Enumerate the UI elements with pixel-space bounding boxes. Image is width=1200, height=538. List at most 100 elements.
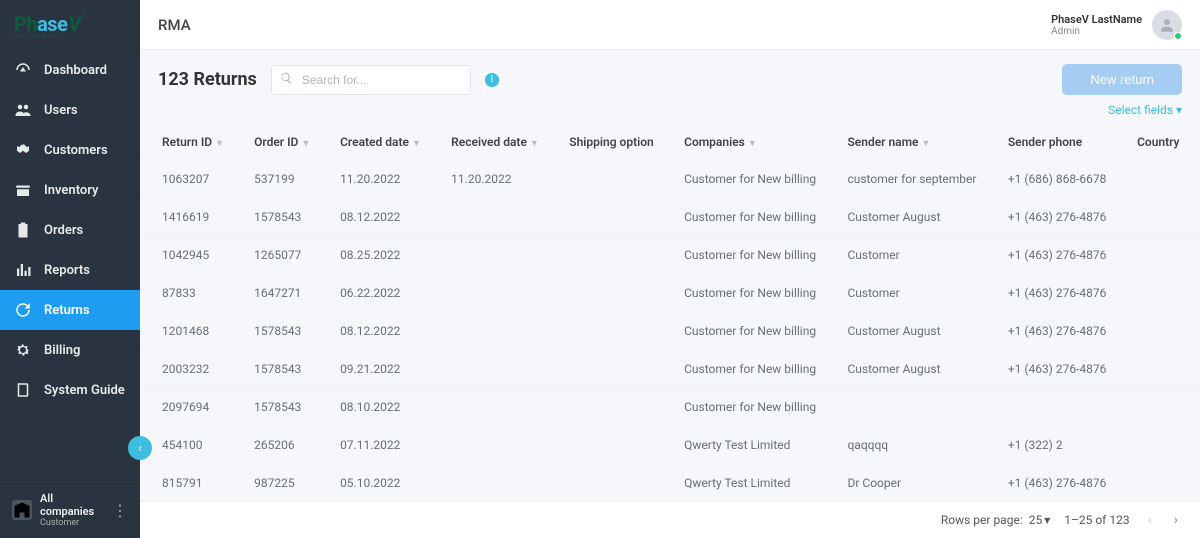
handshake-icon <box>14 141 32 159</box>
cell-country <box>1123 426 1195 464</box>
cell-shipping <box>555 312 670 350</box>
logo-part1: Ph <box>14 12 37 36</box>
cell-companies: Customer for New billing <box>670 350 833 388</box>
user-name: PhaseV LastName <box>1051 13 1142 26</box>
prev-page-button[interactable]: ‹ <box>1144 512 1156 528</box>
search-input[interactable] <box>271 65 471 95</box>
info-icon[interactable]: i <box>485 73 499 87</box>
sidebar-item-label: Inventory <box>44 183 99 198</box>
user-block[interactable]: PhaseV LastName Admin <box>1051 10 1182 40</box>
cell-created: 07.11.2022 <box>326 426 437 464</box>
table-row: 45410026520607.11.2022Qwerty Test Limite… <box>140 426 1200 464</box>
sidebar-item-label: Users <box>44 103 78 118</box>
col-sender_name[interactable]: Sender name▼ <box>833 125 993 160</box>
cell-actions <box>1195 198 1200 236</box>
col-return_id[interactable]: Return ID▼ <box>140 125 240 160</box>
cell-created: 08.12.2022 <box>326 312 437 350</box>
cell-companies: Customer for New billing <box>670 198 833 236</box>
col-actions <box>1195 125 1200 160</box>
cell-order_id: 987225 <box>240 464 326 502</box>
sidebar-footer-line2: Customer <box>40 518 104 528</box>
cell-received: 11.20.2022 <box>437 160 555 198</box>
avatar[interactable] <box>1152 10 1182 40</box>
col-order_id[interactable]: Order ID▼ <box>240 125 326 160</box>
col-companies[interactable]: Companies▼ <box>670 125 833 160</box>
logo-part3: V <box>68 12 80 36</box>
next-page-button[interactable]: › <box>1170 512 1182 528</box>
cell-order_id: 1578543 <box>240 198 326 236</box>
cell-return_id: 87833 <box>140 274 240 312</box>
cell-order_id: 265206 <box>240 426 326 464</box>
cell-sender_phone: +1 (463) 276-4876 <box>994 312 1123 350</box>
cell-order_id: 1578543 <box>240 312 326 350</box>
sidebar-item-orders[interactable]: Orders <box>0 210 140 250</box>
cell-return_id: 1201468 <box>140 312 240 350</box>
table-row: 81579198722505.10.2022Qwerty Test Limite… <box>140 464 1200 502</box>
rpp-value: 25 <box>1029 513 1043 527</box>
cell-country <box>1123 464 1195 502</box>
gauge-icon <box>14 61 32 79</box>
cell-received <box>437 274 555 312</box>
sidebar-footer[interactable]: All companies Customer ⋮ <box>0 481 140 538</box>
sidebar-item-label: Customers <box>44 143 108 158</box>
col-country: Country <box>1123 125 1195 160</box>
cell-sender_phone: +1 (686) 868-6678 <box>994 160 1123 198</box>
box-icon <box>14 181 32 199</box>
col-shipping: Shipping option <box>555 125 670 160</box>
cell-shipping <box>555 236 670 274</box>
cell-created: 09.21.2022 <box>326 350 437 388</box>
cell-return_id: 1063207 <box>140 160 240 198</box>
cell-shipping <box>555 160 670 198</box>
cell-sender_name <box>833 388 993 426</box>
cell-shipping <box>555 198 670 236</box>
sidebar-item-dashboard[interactable]: Dashboard <box>0 50 140 90</box>
cell-companies: Customer for New billing <box>670 236 833 274</box>
table-wrap: Return ID▼Order ID▼Created date▼Received… <box>140 125 1200 501</box>
topbar: RMA PhaseV LastName Admin <box>140 0 1200 50</box>
sort-icon: ▼ <box>530 139 539 149</box>
cell-order_id: 1647271 <box>240 274 326 312</box>
logo: PhaseV™ FULFILLMENT <box>0 0 140 50</box>
cell-shipping <box>555 388 670 426</box>
cell-order_id: 1578543 <box>240 350 326 388</box>
cell-country <box>1123 274 1195 312</box>
col-received[interactable]: Received date▼ <box>437 125 555 160</box>
table-row: 106320753719911.20.202211.20.2022Custome… <box>140 160 1200 198</box>
col-created[interactable]: Created date▼ <box>326 125 437 160</box>
sidebar-item-label: Dashboard <box>44 63 107 78</box>
table-row: 2003232157854309.21.2022Customer for New… <box>140 350 1200 388</box>
sidebar-collapse-button[interactable]: ‹ <box>128 436 152 460</box>
rpp-select[interactable]: 25 ▾ <box>1029 513 1051 527</box>
sidebar-item-billing[interactable]: Billing <box>0 330 140 370</box>
cell-country <box>1123 312 1195 350</box>
sidebar-item-reports[interactable]: Reports <box>0 250 140 290</box>
cell-received <box>437 388 555 426</box>
cell-shipping <box>555 426 670 464</box>
cell-sender_phone: +1 (463) 276-4876 <box>994 464 1123 502</box>
sidebar-item-users[interactable]: Users <box>0 90 140 130</box>
main: RMA PhaseV LastName Admin 123 Returns <box>140 0 1200 538</box>
cell-actions <box>1195 312 1200 350</box>
status-dot <box>1174 32 1182 40</box>
sidebar-item-returns[interactable]: Returns <box>0 290 140 330</box>
cell-shipping <box>555 464 670 502</box>
cell-sender_name: Customer August <box>833 350 993 388</box>
table-row: 87833164727106.22.2022Customer for New b… <box>140 274 1200 312</box>
cell-created: 08.12.2022 <box>326 198 437 236</box>
cell-companies: Qwerty Test Limited <box>670 426 833 464</box>
cell-received <box>437 464 555 502</box>
select-fields-link[interactable]: Select fields ▾ <box>1108 103 1182 117</box>
sidebar-item-inventory[interactable]: Inventory <box>0 170 140 210</box>
sidebar-item-guide[interactable]: System Guide <box>0 370 140 410</box>
more-icon[interactable]: ⋮ <box>112 501 128 520</box>
logo-tm: ™ <box>81 12 86 21</box>
cell-companies: Customer for New billing <box>670 160 833 198</box>
cell-companies: Customer for New billing <box>670 312 833 350</box>
return-icon <box>14 301 32 319</box>
sidebar-item-customers[interactable]: Customers <box>0 130 140 170</box>
cell-country <box>1123 236 1195 274</box>
cell-actions <box>1195 388 1200 426</box>
new-return-button[interactable]: New return <box>1062 64 1182 95</box>
sidebar-item-label: System Guide <box>44 383 125 398</box>
cell-order_id: 1265077 <box>240 236 326 274</box>
